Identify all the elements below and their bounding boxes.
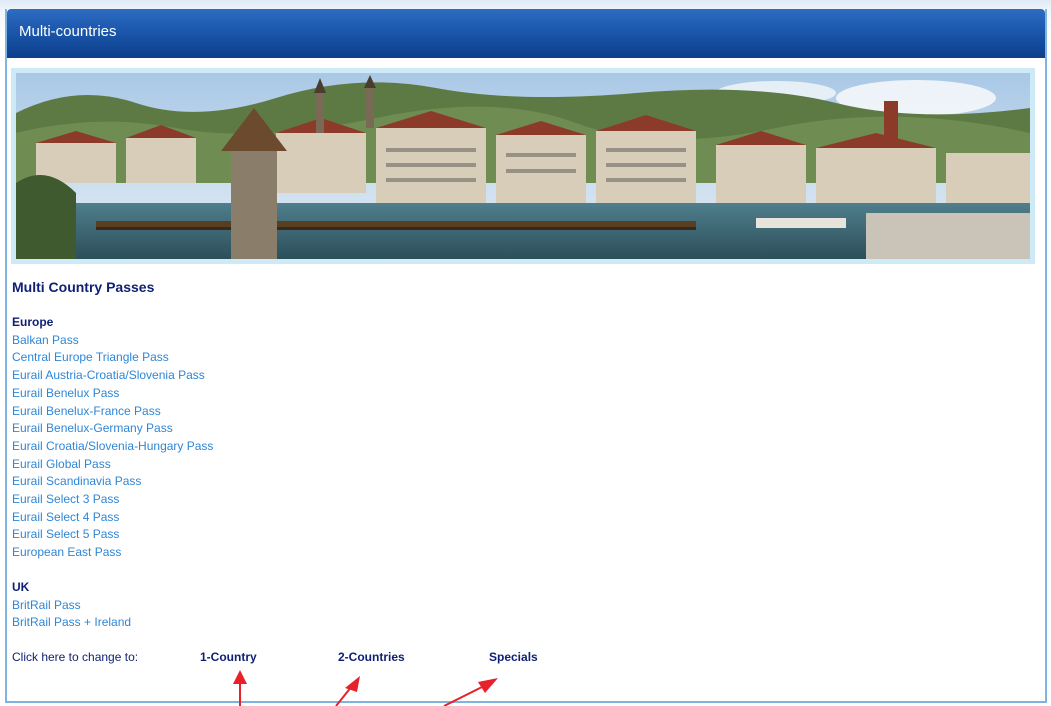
pass-link[interactable]: BritRail Pass + Ireland <box>12 614 1012 632</box>
pass-link[interactable]: Balkan Pass <box>12 332 1012 350</box>
pass-link[interactable]: Eurail Benelux-France Pass <box>12 403 1012 421</box>
group-europe: Europe Balkan Pass Central Europe Triang… <box>12 314 1012 562</box>
change-region-row: Click here to change to: 1-Country 2-Cou… <box>12 650 712 668</box>
option-2-countries[interactable]: 2-Countries <box>338 650 405 664</box>
uk-pass-list: BritRail Pass BritRail Pass + Ireland <box>12 597 1012 632</box>
group-uk: UK BritRail Pass BritRail Pass + Ireland <box>12 579 1012 632</box>
group-heading-uk: UK <box>12 579 30 594</box>
change-label: Click here to change to: <box>12 650 139 664</box>
page-title: Multi-countries <box>19 23 117 40</box>
pass-link[interactable]: Eurail Scandinavia Pass <box>12 473 1012 491</box>
page: Multi-countries Multi Country Passes Eur… <box>0 0 1051 706</box>
header-bar: Multi-countries <box>7 9 1045 58</box>
pass-link[interactable]: Central Europe Triangle Pass <box>12 349 1012 367</box>
pass-link[interactable]: Eurail Croatia/Slovenia-Hungary Pass <box>12 438 1012 456</box>
pass-link[interactable]: Eurail Select 4 Pass <box>12 509 1012 527</box>
pass-link[interactable]: Eurail Benelux Pass <box>12 385 1012 403</box>
pass-link[interactable]: Eurail Select 3 Pass <box>12 491 1012 509</box>
europe-pass-list: Balkan Pass Central Europe Triangle Pass… <box>12 332 1012 562</box>
group-heading-europe: Europe <box>12 315 54 329</box>
option-1-country[interactable]: 1-Country <box>200 650 257 664</box>
pass-link[interactable]: BritRail Pass <box>12 597 1012 615</box>
lakeside-town-panorama <box>16 73 1030 259</box>
pass-link[interactable]: Eurail Select 5 Pass <box>12 526 1012 544</box>
main-content: Multi Country Passes Europe Balkan Pass … <box>12 278 1012 632</box>
option-specials[interactable]: Specials <box>489 650 538 664</box>
section-title: Multi Country Passes <box>12 279 155 295</box>
banner-image <box>11 68 1035 264</box>
pass-link[interactable]: Eurail Austria-Croatia/Slovenia Pass <box>12 367 1012 385</box>
pass-link[interactable]: European East Pass <box>12 544 1012 562</box>
pass-link[interactable]: Eurail Benelux-Germany Pass <box>12 420 1012 438</box>
pass-link[interactable]: Eurail Global Pass <box>12 456 1012 474</box>
